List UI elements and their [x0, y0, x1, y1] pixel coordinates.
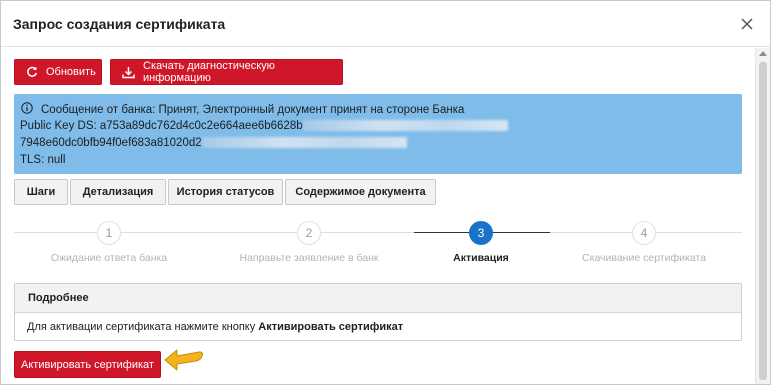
arrow-pointer-icon: [164, 349, 204, 371]
stepper-track-completed: [14, 232, 414, 233]
public-key-text: Public Key DS: a753a89dc762d4c0c2e664aee…: [20, 120, 303, 132]
details-panel: Подробнее Для активации сертификата нажм…: [14, 283, 742, 341]
alert-message: Сообщение от банка: Принят, Электронный …: [41, 104, 465, 116]
details-heading: Подробнее: [15, 284, 741, 313]
step-1-label: Ожидание ответа банка: [50, 252, 168, 264]
step-3-label: Активация: [453, 252, 509, 264]
step-2-label: Направьте заявление в банк: [239, 252, 379, 264]
certificate-request-dialog: Запрос создания сертификата Обновить Ска…: [0, 0, 771, 385]
public-key-line-2: 7948e60dc0bfb94f0ef683a81020d2: [20, 137, 407, 149]
tab-document-content[interactable]: Содержимое документа: [285, 179, 436, 205]
step-4-label: Скачивание сертификата: [582, 252, 706, 264]
scroll-up-arrow-icon[interactable]: [759, 51, 767, 56]
tab-steps[interactable]: Шаги: [14, 179, 68, 205]
step-3-circle: 3: [469, 221, 493, 245]
scroll-thumb[interactable]: [759, 62, 767, 380]
bank-message-alert: Сообщение от банка: Принят, Электронный …: [14, 94, 742, 174]
redacted-text-2: [201, 137, 407, 149]
vertical-scrollbar[interactable]: [755, 48, 770, 384]
activate-label: Активировать сертификат: [21, 358, 154, 371]
dialog-header: Запрос создания сертификата: [1, 1, 770, 47]
tls-line: TLS: null: [20, 154, 66, 166]
refresh-icon: [27, 66, 38, 77]
public-key-line: Public Key DS: a753a89dc762d4c0c2e664aee…: [20, 120, 508, 132]
step-4-circle: 4: [632, 221, 656, 245]
close-icon[interactable]: [738, 15, 756, 33]
details-text-bold: Активировать сертификат: [258, 321, 404, 333]
details-text-prefix: Для активации сертификата нажмите кнопку: [27, 321, 256, 333]
step-1-circle: 1: [97, 221, 121, 245]
refresh-button[interactable]: Обновить: [14, 59, 102, 85]
dialog-title: Запрос создания сертификата: [13, 16, 226, 32]
tab-details[interactable]: Детализация: [70, 179, 166, 205]
redacted-text: [302, 120, 508, 132]
download-label: Скачать диагностическую информацию: [143, 60, 275, 84]
activate-certificate-button[interactable]: Активировать сертификат: [14, 351, 161, 378]
tab-status-history[interactable]: История статусов: [168, 179, 283, 205]
download-icon: [122, 66, 135, 78]
step-2-circle: 2: [297, 221, 321, 245]
info-icon: [21, 102, 33, 114]
details-text: Для активации сертификата нажмите кнопку…: [15, 313, 741, 341]
public-key-text-2: 7948e60dc0bfb94f0ef683a81020d2: [20, 137, 202, 149]
alert-message-line: Сообщение от банка: Принят, Электронный …: [21, 102, 464, 116]
tabs-bar: Шаги Детализация История статусов Содерж…: [14, 179, 438, 205]
refresh-label: Обновить: [46, 66, 96, 78]
download-diagnostics-button[interactable]: Скачать диагностическую информацию: [110, 59, 343, 85]
progress-stepper: 1 Ожидание ответа банка 2 Направьте заяв…: [14, 219, 742, 269]
